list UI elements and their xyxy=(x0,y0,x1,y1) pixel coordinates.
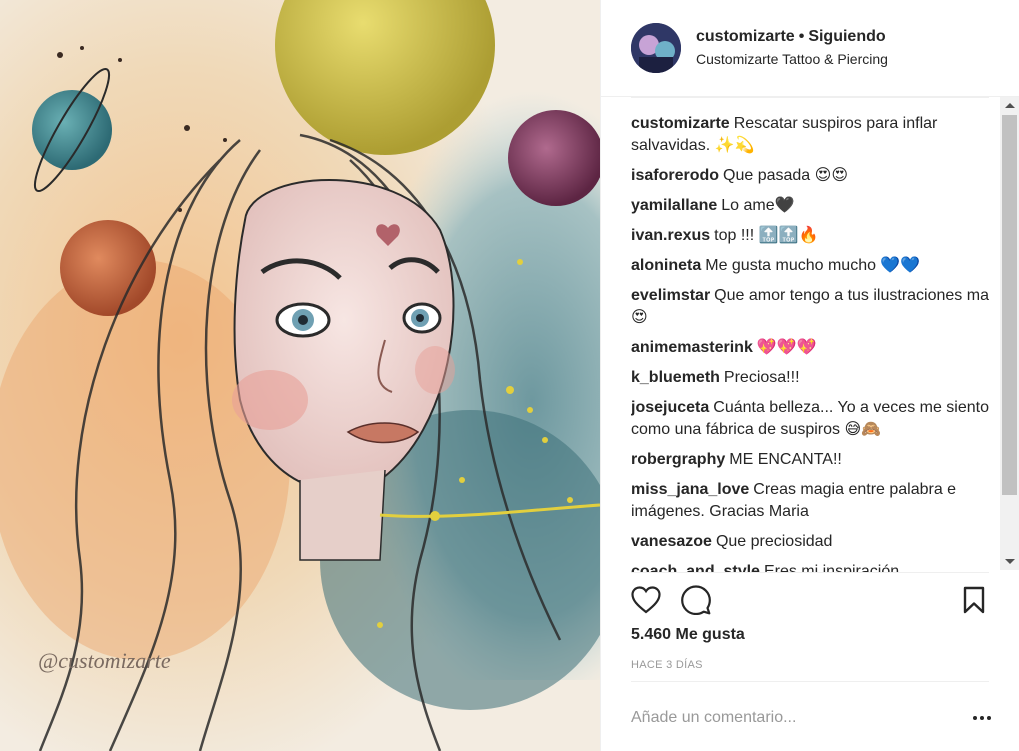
post-actions xyxy=(631,585,991,615)
avatar[interactable] xyxy=(631,23,681,73)
comment-username[interactable]: josejuceta xyxy=(631,399,709,416)
post-header: customizarte • Siguiendo Customizarte Tatt… xyxy=(601,0,1019,97)
more-options-icon xyxy=(973,716,977,720)
comment-username[interactable]: robergraphy xyxy=(631,451,725,468)
save-button[interactable] xyxy=(959,585,989,615)
comment-item: ivan.rexus top !!! 🔝🔝🔥 xyxy=(631,225,999,247)
comment-text: 💖💖💖 xyxy=(756,339,817,356)
comment-username[interactable]: isaforerodo xyxy=(631,167,719,184)
comment-text: Que pasada 😍😍 xyxy=(723,167,848,184)
add-comment-input[interactable] xyxy=(631,700,961,736)
actions-divider xyxy=(631,572,989,573)
comment-text: Que preciosidad xyxy=(715,533,833,550)
location-link[interactable]: Customizarte Tattoo & Piercing xyxy=(696,48,888,70)
comments-scrollbar[interactable] xyxy=(1000,97,1019,570)
comment-username[interactable]: customizarte xyxy=(631,115,730,132)
comment-item: yamilallane Lo ame🖤 xyxy=(631,195,999,217)
comment-item: robergraphy ME ENCANTA!! xyxy=(631,449,999,471)
comment-username[interactable]: miss_jana_love xyxy=(631,481,749,498)
post-image[interactable]: @customizarte xyxy=(0,0,600,751)
comment-input-divider xyxy=(631,681,989,682)
comment-item: evelimstar Que amor tengo a tus ilustraci… xyxy=(631,285,999,329)
heart-icon xyxy=(631,586,661,614)
comment-username[interactable]: ivan.rexus xyxy=(631,227,710,244)
like-button[interactable] xyxy=(631,585,661,615)
comment-button[interactable] xyxy=(681,585,711,615)
likes-count[interactable]: 5.460 Me gusta xyxy=(631,626,745,644)
illustration-girl-planets: @customizarte xyxy=(0,0,600,751)
image-signature: @customizarte xyxy=(38,648,171,673)
comment-text: Me gusta mucho mucho 💙💙 xyxy=(705,257,921,274)
comment-caption: customizarte Rescatar suspiros para infla… xyxy=(631,113,999,157)
scroll-up-arrow-icon[interactable] xyxy=(1005,103,1015,108)
comments-list[interactable]: customizarte Rescatar suspiros para infla… xyxy=(631,105,999,573)
header-text: customizarte • Siguiendo Customizarte Tatt… xyxy=(696,26,888,70)
scroll-down-arrow-icon[interactable] xyxy=(1005,559,1015,564)
comment-item: josejuceta Cuánta belleza... Yo a veces m… xyxy=(631,397,999,441)
comment-item: alonineta Me gusta mucho mucho 💙💙 xyxy=(631,255,999,277)
header-divider xyxy=(631,97,989,98)
comment-username[interactable]: alonineta xyxy=(631,257,701,274)
comment-item: isaforerodo Que pasada 😍😍 xyxy=(631,165,999,187)
following-button[interactable]: Siguiendo xyxy=(808,28,885,45)
separator-dot: • xyxy=(798,28,805,45)
comment-username[interactable]: yamilallane xyxy=(631,197,717,214)
username-link[interactable]: customizarte xyxy=(696,28,795,45)
more-options-icon xyxy=(980,716,984,720)
comment-username[interactable]: evelimstar xyxy=(631,287,710,304)
comment-item: animemasterink 💖💖💖 xyxy=(631,337,999,359)
post-timestamp[interactable]: HACE 3 DÍAS xyxy=(631,659,703,671)
post-side-panel: customizarte • Siguiendo Customizarte Tatt… xyxy=(600,0,1019,751)
comment-text: Preciosa!!! xyxy=(723,369,800,386)
more-options-icon xyxy=(987,716,991,720)
comment-item: k_bluemeth Preciosa!!! xyxy=(631,367,999,389)
more-options-button[interactable] xyxy=(970,708,994,728)
comment-username[interactable]: vanesazoe xyxy=(631,533,712,550)
comment-username[interactable]: k_bluemeth xyxy=(631,369,720,386)
comment-bubble-icon xyxy=(681,585,711,615)
comment-text: ME ENCANTA!! xyxy=(729,451,842,468)
comment-username[interactable]: animemasterink xyxy=(631,339,753,356)
comment-text: Lo ame🖤 xyxy=(721,197,795,214)
scrollbar-thumb[interactable] xyxy=(1002,115,1017,495)
bookmark-icon xyxy=(963,586,985,614)
comment-text: top !!! 🔝🔝🔥 xyxy=(714,227,819,244)
comment-item: vanesazoe Que preciosidad xyxy=(631,531,999,553)
instagram-post: @customizarte customizarte • Siguiendo Cus… xyxy=(0,0,1019,751)
comment-item: miss_jana_love Creas magia entre palabra … xyxy=(631,479,999,523)
